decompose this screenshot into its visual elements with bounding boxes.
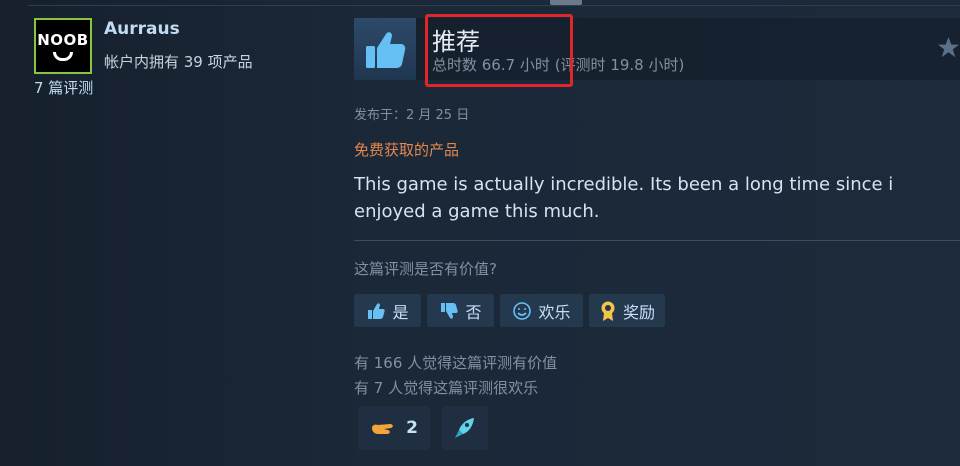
- award-item[interactable]: [442, 406, 488, 450]
- thumbs-down-small-icon: [441, 302, 459, 319]
- vote-funny-label: 欢乐: [538, 302, 571, 322]
- products-owned[interactable]: 帐户内拥有 39 项产品: [104, 51, 253, 72]
- review-divider: [354, 240, 960, 241]
- scroll-tab: [550, 0, 582, 5]
- helpful-count: 有 166 人觉得这篇评测有价值: [354, 354, 558, 372]
- vote-no-label: 否: [465, 302, 482, 322]
- free-product-label: 免费获取的产品: [354, 141, 460, 159]
- award-medal-icon: [601, 301, 615, 321]
- review-body: This game is actually incredible. Its be…: [354, 174, 894, 222]
- star-icon[interactable]: [937, 36, 960, 59]
- award-button[interactable]: 奖励: [589, 294, 665, 327]
- award-label: 奖励: [622, 302, 655, 322]
- highlight-box: [425, 14, 573, 87]
- top-divider: [28, 5, 960, 6]
- smiley-icon: [513, 301, 532, 320]
- review-page: NOOB Aurraus 帐户内拥有 39 项产品 7 篇评测 推荐 总时数 6…: [0, 0, 960, 466]
- vote-yes-label: 是: [392, 302, 409, 322]
- award-item[interactable]: 2: [358, 406, 430, 450]
- award-count: 2: [406, 418, 418, 438]
- posted-date: 发布于：2 月 25 日: [354, 108, 470, 123]
- rocket-award-icon: [455, 418, 474, 438]
- vote-funny-button[interactable]: 欢乐: [500, 294, 583, 327]
- avatar-text: NOOB: [37, 31, 89, 49]
- funny-count: 有 7 人觉得这篇评测很欢乐: [354, 379, 539, 397]
- user-avatar[interactable]: NOOB: [34, 18, 92, 74]
- review-count[interactable]: 7 篇评测: [34, 77, 93, 98]
- avatar-smile-icon: [53, 52, 73, 61]
- vote-no-button[interactable]: 否: [427, 294, 494, 327]
- vote-yes-button[interactable]: 是: [354, 294, 421, 327]
- hand-award-icon: [372, 424, 393, 434]
- thumbs-up-small-icon: [368, 302, 386, 319]
- user-name[interactable]: Aurraus: [104, 19, 180, 39]
- thumbs-up-icon: [354, 18, 416, 80]
- helpful-question: 这篇评测是否有价值?: [354, 260, 497, 278]
